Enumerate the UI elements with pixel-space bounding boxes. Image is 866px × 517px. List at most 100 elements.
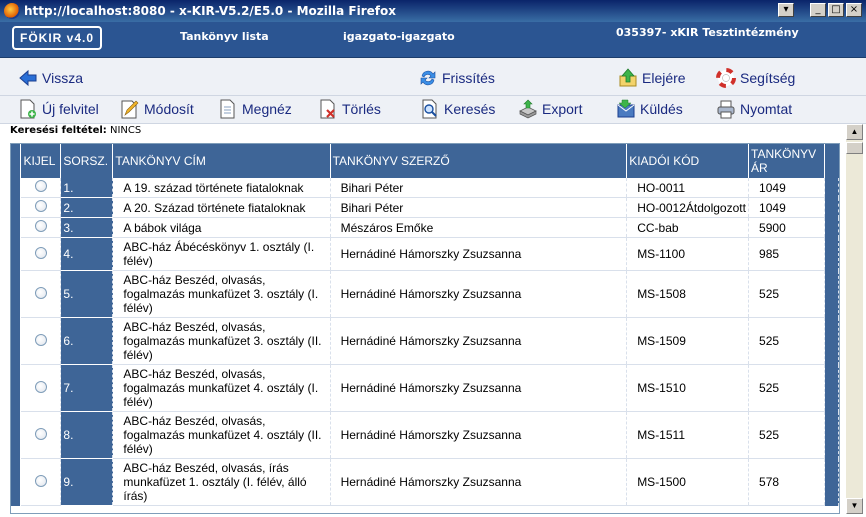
row-code: MS-1509 [626, 317, 750, 365]
row-price: 525 [748, 317, 825, 365]
row-author: Hernádiné Hámorszky Zsuzsanna [330, 317, 628, 365]
row-title: ABC-ház Beszéd, olvasás, fogalmazás munk… [112, 411, 331, 459]
send-button[interactable]: Küldés [616, 99, 683, 119]
row-code: MS-1510 [626, 364, 750, 412]
header-title[interactable]: TANKÖNYV CÍM [112, 144, 331, 178]
row-select-radio[interactable] [20, 317, 62, 365]
row-select-radio[interactable] [20, 458, 62, 506]
table-row[interactable]: 9. ABC-ház Beszéd, olvasás, írás munkafüz… [11, 458, 839, 506]
export-button[interactable]: Export [518, 99, 582, 119]
back-button[interactable]: Vissza [18, 68, 83, 88]
header-index[interactable]: SORSZ. [60, 144, 114, 178]
table-row[interactable]: 3. A bábok világa Mészáros Emőke CC-bab 5900 [11, 217, 839, 238]
edit-button[interactable]: Módosít [120, 99, 194, 119]
print-button[interactable]: Nyomtat [716, 99, 792, 119]
row-left-gutter [11, 458, 22, 506]
header-price[interactable]: TANKÖNYV ÁR [748, 144, 825, 178]
minimize-button[interactable]: _ [810, 3, 826, 17]
row-price: 1049 [748, 197, 825, 218]
row-select-radio[interactable] [20, 364, 62, 412]
search-button[interactable]: Keresés [420, 99, 495, 119]
row-author: Hernádiné Hámorszky Zsuzsanna [330, 411, 628, 459]
header-author[interactable]: TANKÖNYV SZERZŐ [330, 144, 628, 178]
table-row[interactable]: 7. ABC-ház Beszéd, olvasás, fogalmazás mu… [11, 364, 839, 412]
radio-button[interactable] [34, 474, 47, 487]
print-label: Nyomtat [740, 101, 793, 117]
delete-button[interactable]: Törlés [318, 99, 381, 119]
row-author: Hernádiné Hámorszky Zsuzsanna [330, 458, 628, 506]
radio-button[interactable] [34, 427, 47, 440]
header-left-gutter [11, 144, 22, 178]
radio-button[interactable] [34, 220, 47, 232]
scroll-up-arrow-icon[interactable]: ▲ [846, 124, 863, 140]
row-code: CC-bab [626, 217, 750, 238]
row-price: 525 [748, 270, 825, 318]
close-button[interactable]: × [846, 3, 862, 17]
radio-button[interactable] [34, 180, 47, 192]
view-label: Megnéz [242, 101, 292, 117]
home-button[interactable]: Elejére [618, 68, 686, 88]
radio-button[interactable] [34, 286, 47, 299]
row-index: 1. [60, 178, 114, 198]
scrollbar-thumb[interactable] [846, 142, 863, 154]
back-arrow-icon [19, 69, 37, 87]
current-user: igazgato-igazgato [343, 30, 455, 43]
window-titlebar: http://localhost:8080 - x-KIR-V5.2/E5.0 … [0, 0, 866, 22]
filter-value: NINCS [109, 125, 142, 136]
new-record-button[interactable]: Új felvitel [18, 99, 99, 119]
radio-button[interactable] [34, 333, 47, 346]
document-view-icon [220, 99, 235, 119]
refresh-button[interactable]: Frissítés [418, 68, 495, 88]
row-code: MS-1500 [626, 458, 750, 506]
row-select-radio[interactable] [20, 411, 62, 459]
row-right-gutter [824, 411, 839, 459]
row-select-radio[interactable] [20, 237, 62, 271]
navigation-toolbar: Vissza Frissítés Elejére Segítség [0, 58, 866, 96]
app-logo: FÖKIR v4.0 [12, 26, 102, 50]
radio-button[interactable] [34, 246, 47, 259]
table-header-row: KIJEL SORSZ. TANKÖNYV CÍM TANKÖNYV SZERZ… [11, 144, 839, 178]
row-author: Hernádiné Hámorszky Zsuzsanna [330, 364, 628, 412]
row-title: A 20. Század története fiataloknak [112, 197, 331, 218]
header-select[interactable]: KIJEL [20, 144, 62, 178]
radio-button[interactable] [34, 380, 47, 393]
row-right-gutter [824, 317, 839, 365]
new-record-label: Új felvitel [42, 101, 99, 117]
row-index: 6. [60, 317, 114, 365]
header-code[interactable]: KIADÓI KÓD [626, 144, 750, 178]
filter-label: Keresési feltétel: [10, 125, 107, 136]
row-code: MS-1100 [626, 237, 750, 271]
scroll-down-arrow-icon[interactable]: ▼ [846, 498, 863, 514]
table-row[interactable]: 6. ABC-ház Beszéd, olvasás, fogalmazás mu… [11, 317, 839, 365]
row-title: ABC-ház Ábécéskönyv 1. osztály (I. félév… [112, 237, 331, 271]
dropdown-icon[interactable]: ▾ [778, 3, 794, 17]
table-row[interactable]: 4. ABC-ház Ábécéskönyv 1. osztály (I. fél… [11, 237, 839, 271]
table-row[interactable]: 1. A 19. század története fiataloknak Biha… [11, 178, 839, 198]
table-row[interactable]: 8. ABC-ház Beszéd, olvasás, fogalmazás mu… [11, 411, 839, 459]
radio-button[interactable] [34, 200, 47, 212]
table-body: 1. A 19. század története fiataloknak Biha… [11, 178, 839, 506]
row-right-gutter [824, 270, 839, 318]
row-select-radio[interactable] [20, 270, 62, 318]
row-author: Mészáros Emőke [330, 217, 628, 238]
table-row[interactable]: 5. ABC-ház Beszéd, olvasás, fogalmazás mu… [11, 270, 839, 318]
page-scrollbar[interactable]: ▲ ▼ [846, 124, 863, 514]
row-select-radio[interactable] [20, 217, 62, 238]
row-select-radio[interactable] [20, 197, 62, 218]
row-price: 5900 [748, 217, 825, 238]
row-right-gutter [824, 364, 839, 412]
row-title: A bábok világa [112, 217, 331, 238]
row-title: ABC-ház Beszéd, olvasás, fogalmazás munk… [112, 317, 331, 365]
back-label: Vissza [42, 70, 83, 86]
view-button[interactable]: Megnéz [218, 99, 292, 119]
table-row[interactable]: 2. A 20. Század története fiataloknak Biha… [11, 197, 839, 218]
row-right-gutter [824, 197, 839, 218]
help-button[interactable]: Segítség [716, 68, 795, 88]
app-header: FÖKIR v4.0 Tankönyv lista igazgato-igazg… [0, 22, 866, 58]
row-select-radio[interactable] [20, 178, 62, 198]
maximize-button[interactable]: □ [828, 3, 844, 17]
lifebuoy-icon [716, 68, 736, 88]
row-code: HO-0011 [626, 178, 750, 198]
row-author: Bihari Péter [330, 197, 628, 218]
new-document-icon [20, 99, 36, 119]
